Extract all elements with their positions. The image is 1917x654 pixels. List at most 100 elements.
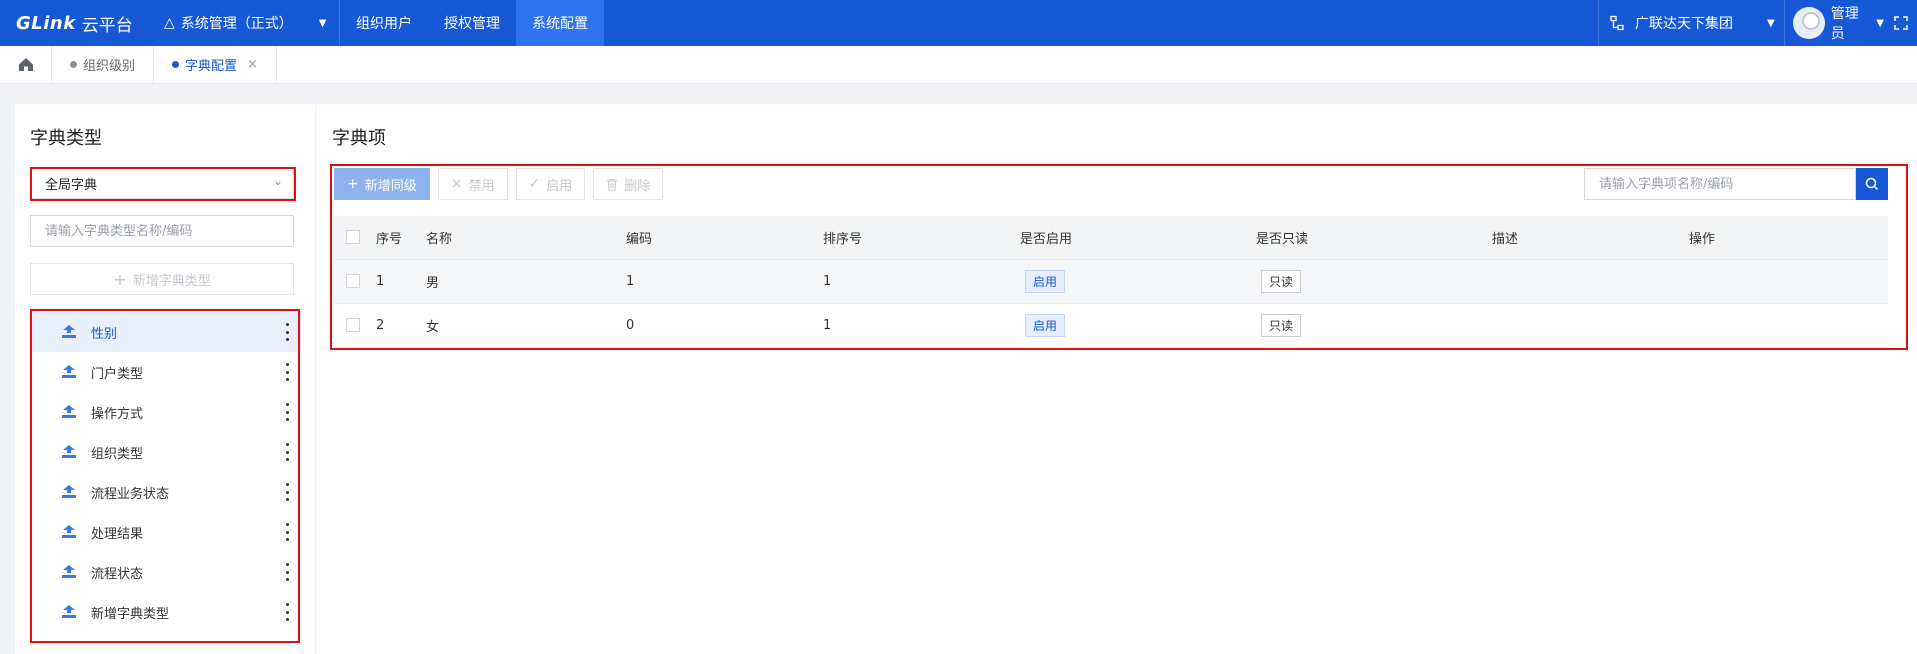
dictionary-item-table: 序号 名称 编码 排序号 是否启用 是否只读 描述 操作 1 男 1 1 启用 … <box>334 216 1888 348</box>
cell-description <box>1492 303 1689 348</box>
disable-button[interactable]: × 禁用 <box>437 168 508 200</box>
org-switcher[interactable]: 广联达天下集团 ▼ <box>1598 0 1784 46</box>
list-item[interactable]: 性别 <box>31 312 301 352</box>
list-item[interactable]: 新增字典类型 <box>31 592 301 632</box>
panel-title: 字典类型 <box>30 128 102 149</box>
nav-item-authorization[interactable]: 授权管理 <box>428 0 516 46</box>
enabled-badge: 启用 <box>1025 269 1066 293</box>
tab-dictionary-config[interactable]: 字典配置 × <box>154 45 277 84</box>
button-label: 启用 <box>546 178 573 194</box>
list-item[interactable]: 流程业务状态 <box>31 472 301 512</box>
more-icon[interactable] <box>285 363 289 381</box>
tab-org-level[interactable]: 组织级别 <box>52 45 155 84</box>
list-item[interactable]: 组织类型 <box>31 432 301 472</box>
chevron-down-icon: ⌄ <box>272 174 283 188</box>
search-button[interactable] <box>1856 168 1888 200</box>
delete-button[interactable]: 删除 <box>593 168 664 200</box>
dictionary-scope-select[interactable]: 全局字典 ⌄ <box>30 167 294 199</box>
list-item-label: 流程业务状态 <box>91 486 170 502</box>
more-icon[interactable] <box>285 563 289 581</box>
table-row[interactable]: 1 男 1 1 启用 只读 <box>334 259 1888 304</box>
cell-code: 1 <box>626 259 823 304</box>
toolbar: + 新增同级 × 禁用 ✓ 启用 删除 <box>334 168 671 200</box>
user-menu[interactable]: 管理员 ▼ <box>1784 0 1884 46</box>
list-item[interactable]: 处理结果 <box>31 512 301 552</box>
select-all-checkbox[interactable] <box>346 230 360 245</box>
table-header-row: 序号 名称 编码 排序号 是否启用 是否只读 描述 操作 <box>334 216 1888 260</box>
add-type-label: 新增字典类型 <box>132 273 211 289</box>
trash-icon <box>607 178 618 191</box>
cell-code: 0 <box>626 303 823 348</box>
list-item-label: 操作方式 <box>91 406 144 422</box>
chevron-down-icon: ▼ <box>1876 17 1884 29</box>
logo[interactable]: GLink 云平台 <box>0 0 150 46</box>
readonly-badge: 只读 <box>1261 269 1302 293</box>
list-item[interactable]: 操作方式 <box>31 392 301 432</box>
nav-item-org-users[interactable]: 组织用户 <box>340 0 428 46</box>
column-header: 是否只读 <box>1256 216 1492 260</box>
enable-button[interactable]: ✓ 启用 <box>515 168 586 200</box>
system-icon: △ <box>164 15 175 31</box>
cell-description <box>1492 259 1689 304</box>
add-type-button[interactable]: + 新增字典类型 <box>30 263 294 295</box>
more-icon[interactable] <box>285 603 289 621</box>
fullscreen-icon-graphic <box>1893 16 1908 30</box>
more-icon[interactable] <box>285 403 289 421</box>
list-item-label: 组织类型 <box>91 446 144 462</box>
system-switcher-label: 系统管理（正式） <box>180 16 293 32</box>
column-header: 排序号 <box>823 216 1020 260</box>
cell-index: 2 <box>376 303 426 348</box>
list-item[interactable]: 门户类型 <box>31 352 301 392</box>
type-icon <box>62 365 76 378</box>
type-icon <box>62 525 76 538</box>
button-label: 禁用 <box>468 178 495 194</box>
nav-item-system-config[interactable]: 系统配置 <box>516 0 604 46</box>
more-icon[interactable] <box>285 523 289 541</box>
fullscreen-icon[interactable] <box>1884 0 1917 46</box>
add-sibling-button[interactable]: + 新增同级 <box>334 168 430 200</box>
type-icon <box>62 605 76 618</box>
row-checkbox[interactable] <box>346 318 360 332</box>
select-value: 全局字典 <box>45 177 98 193</box>
list-item-label: 流程状态 <box>91 566 144 582</box>
tab-label: 组织级别 <box>83 59 136 74</box>
column-header: 描述 <box>1492 216 1689 260</box>
close-icon: × <box>450 176 463 192</box>
logo-name: 云平台 <box>81 15 133 36</box>
type-icon <box>62 325 76 338</box>
panel-title: 字典项 <box>332 128 386 149</box>
list-item-label: 处理结果 <box>91 526 144 542</box>
search-icon <box>1865 177 1879 191</box>
more-icon[interactable] <box>285 443 289 461</box>
cell-sort: 1 <box>823 303 1020 348</box>
dictionary-type-list: 性别 门户类型 操作方式 组织类型 流程业务状态 处理结果 流程状态 新增字典类… <box>31 312 301 632</box>
item-search-input[interactable] <box>1584 168 1856 200</box>
more-icon[interactable] <box>285 483 289 501</box>
list-item-label: 新增字典类型 <box>91 606 170 622</box>
cell-name: 男 <box>426 259 626 304</box>
button-label: 新增同级 <box>364 178 417 194</box>
row-checkbox[interactable] <box>346 274 360 288</box>
close-icon[interactable]: × <box>247 57 258 72</box>
home-icon[interactable] <box>0 45 52 84</box>
nav-item-label: 组织用户 <box>356 16 412 32</box>
tab-label: 字典配置 <box>185 59 238 74</box>
list-item-label: 门户类型 <box>91 366 144 382</box>
type-search-input[interactable] <box>30 215 294 247</box>
nav-item-label: 系统配置 <box>532 16 588 32</box>
dictionary-item-panel: 字典项 + 新增同级 × 禁用 ✓ 启用 删除 序号 名称 <box>315 104 1917 654</box>
list-item[interactable]: 流程状态 <box>31 552 301 592</box>
tab-bar: 组织级别 字典配置 × <box>0 45 1917 84</box>
check-icon: ✓ <box>528 176 541 192</box>
tab-dot-icon <box>172 61 180 68</box>
system-switcher[interactable]: △ 系统管理（正式） ▼ <box>150 0 340 46</box>
column-header: 名称 <box>426 216 626 260</box>
table-row[interactable]: 2 女 0 1 启用 只读 <box>334 303 1888 348</box>
org-tree-icon <box>1610 15 1624 31</box>
more-icon[interactable] <box>285 323 289 341</box>
column-header: 操作 <box>1689 216 1888 260</box>
logo-brand: GLink <box>16 12 76 34</box>
home-icon-graphic <box>18 58 33 71</box>
list-item-label: 性别 <box>91 326 118 342</box>
dictionary-type-panel: 字典类型 全局字典 ⌄ + 新增字典类型 性别 门户类型 操作方式 组织类型 <box>15 104 315 654</box>
